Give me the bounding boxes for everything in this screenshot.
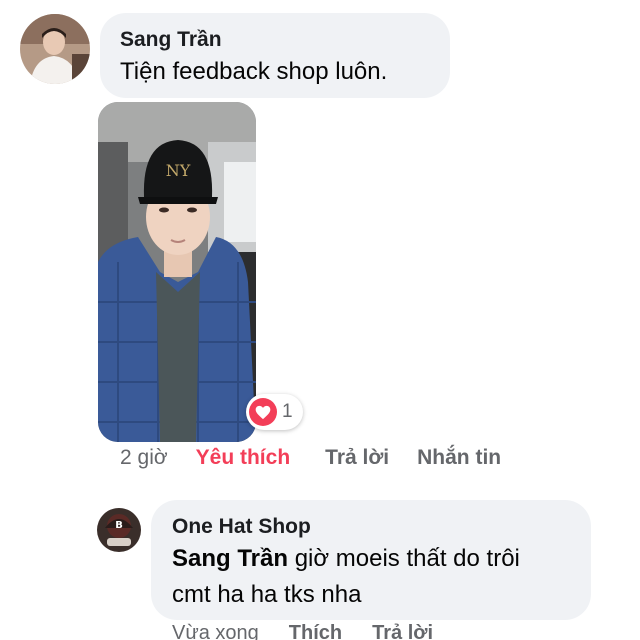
attached-photo[interactable]: NY bbox=[98, 102, 256, 442]
reply-button[interactable]: Trả lời bbox=[325, 446, 389, 470]
comment-text: Tiện feedback shop luôn. bbox=[120, 58, 388, 85]
svg-text:NY: NY bbox=[166, 161, 191, 180]
like-button[interactable]: Thích bbox=[289, 622, 342, 640]
reaction-badge[interactable]: 1 bbox=[246, 394, 303, 430]
shop-avatar[interactable]: B bbox=[97, 508, 141, 552]
svg-text:B: B bbox=[115, 520, 123, 531]
reaction-count: 1 bbox=[282, 401, 293, 422]
reply-reply-button[interactable]: Trả lời bbox=[372, 622, 433, 640]
comment-author[interactable]: Sang Trần bbox=[120, 28, 222, 52]
reply-text: Sang Trần giờ moeis thất do trôi cmt ha … bbox=[172, 541, 520, 613]
reply-timestamp[interactable]: Vừa xong bbox=[172, 622, 259, 640]
mention-link[interactable]: Sang Trần bbox=[172, 545, 288, 572]
reply-author[interactable]: One Hat Shop bbox=[172, 515, 311, 539]
message-button[interactable]: Nhắn tin bbox=[417, 446, 501, 470]
reply-text-line2: cmt ha ha tks nha bbox=[172, 581, 362, 608]
reply-text-line1: giờ moeis thất do trôi bbox=[288, 545, 520, 572]
comment-timestamp[interactable]: 2 giờ bbox=[120, 446, 168, 470]
reply-actions: Vừa xong Thích Trả lời bbox=[172, 622, 433, 640]
love-reaction-button[interactable]: Yêu thích bbox=[196, 446, 291, 470]
comment-actions: 2 giờ Yêu thích Trả lời Nhắn tin bbox=[120, 446, 501, 470]
user-avatar[interactable] bbox=[20, 14, 90, 84]
heart-icon bbox=[249, 398, 277, 426]
